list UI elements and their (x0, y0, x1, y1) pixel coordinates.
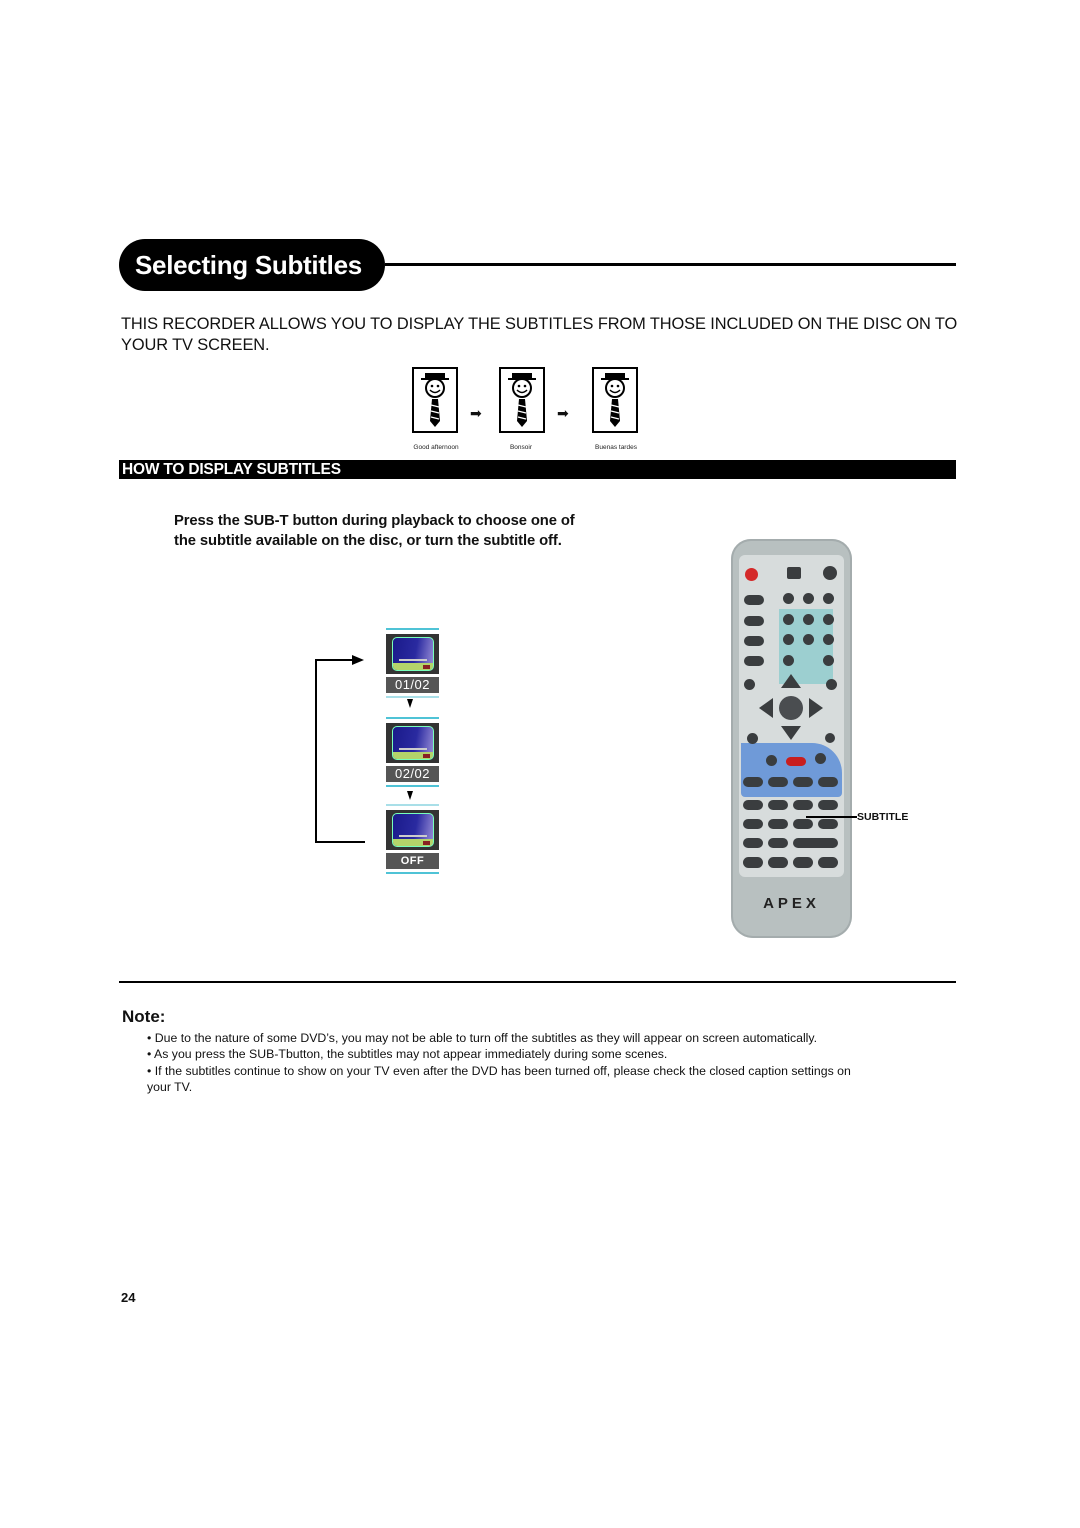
divider (386, 785, 439, 787)
osd-state-1: 01/02 (386, 628, 439, 698)
remote-button (818, 777, 838, 787)
osd-state-3: OFF (386, 804, 439, 874)
loop-line (315, 841, 365, 843)
divider (386, 628, 439, 630)
arrow-right-icon: ➡ (557, 405, 569, 421)
face-figure-2 (499, 367, 545, 433)
osd-label: 02/02 (386, 766, 439, 782)
remote-button (744, 636, 764, 646)
face-figure-3 (592, 367, 638, 433)
note-item: • Due to the nature of some DVD’s, you m… (147, 1031, 818, 1045)
nav-right-button (809, 698, 823, 718)
note-list: • Due to the nature of some DVD’s, you m… (147, 1030, 867, 1096)
remote-button-panel (739, 555, 844, 877)
arrow-right-icon (352, 655, 364, 665)
sub-t-button (793, 819, 813, 829)
number-button (783, 634, 794, 645)
remote-button (793, 777, 813, 787)
remote-button (768, 777, 788, 787)
osd-state-2: 02/02 (386, 717, 439, 787)
number-button (783, 593, 794, 604)
remote-button (818, 800, 838, 810)
number-button (803, 614, 814, 625)
remote-button (743, 857, 763, 868)
remote-button (818, 857, 838, 868)
divider (386, 717, 439, 719)
intro-text: THIS RECORDER ALLOWS YOU TO DISPLAY THE … (121, 315, 958, 354)
tv-screen-icon (386, 723, 439, 763)
remote-button (768, 819, 788, 829)
arrow-right-icon: ➡ (470, 405, 482, 421)
number-button (823, 614, 834, 625)
remote-button (744, 616, 764, 626)
number-button (803, 634, 814, 645)
face-caption: Buenas tardes (595, 444, 637, 451)
note-item: • If the subtitles continue to show on y… (147, 1063, 851, 1095)
number-button (823, 634, 834, 645)
remote-button (743, 800, 763, 810)
remote-button (743, 777, 763, 787)
brand-logo: APEX (763, 895, 820, 912)
select-button (779, 696, 803, 720)
remote-button (743, 819, 763, 829)
number-button (823, 655, 834, 666)
remote-button (744, 656, 764, 666)
note-heading: Note: (122, 1007, 166, 1026)
remote-button (747, 733, 758, 744)
smiley-face-icon (499, 367, 545, 433)
osd-label: OFF (386, 853, 439, 869)
tv-screen-icon (386, 634, 439, 674)
remote-button (744, 679, 755, 690)
remote-button (768, 857, 788, 868)
number-button (823, 593, 834, 604)
divider (119, 981, 956, 983)
number-button (783, 614, 794, 625)
remote-button (766, 755, 777, 766)
loop-line (315, 659, 317, 842)
section-heading: HOW TO DISPLAY SUBTITLES (119, 460, 956, 479)
face-figure-1 (412, 367, 458, 433)
remote-button (744, 595, 764, 605)
divider (386, 696, 439, 698)
face-caption: Good afternoon (413, 444, 459, 451)
nav-down-button (781, 726, 801, 740)
remote-button (768, 838, 788, 848)
remote-button (818, 819, 838, 829)
remote-button (793, 857, 813, 868)
remote-control-illustration: APEX (731, 539, 852, 938)
osd-label: 01/02 (386, 677, 439, 693)
open-close-button (787, 567, 801, 579)
play-button (825, 733, 835, 743)
smiley-face-icon (412, 367, 458, 433)
divider (386, 804, 439, 806)
tv-screen-icon (386, 810, 439, 850)
remote-button (793, 838, 838, 848)
subtitle-callout-label: SUBTITLE (857, 811, 909, 823)
display-button (823, 566, 837, 580)
number-button (783, 655, 794, 666)
remote-button (743, 838, 763, 848)
smiley-face-icon (592, 367, 638, 433)
remote-button (826, 679, 837, 690)
callout-line (806, 816, 857, 818)
nav-left-button (759, 698, 773, 718)
number-button (803, 593, 814, 604)
face-caption: Bonsoir (509, 444, 533, 451)
divider (386, 872, 439, 874)
record-button (786, 757, 806, 766)
page-title: Selecting Subtitles (119, 239, 385, 291)
page-number: 24 (121, 1290, 136, 1305)
arrow-down-icon (407, 791, 413, 800)
note-item: • As you press the SUB-Tbutton, the subt… (147, 1047, 668, 1062)
title-rule (385, 263, 956, 266)
instruction-text: Press the SUB-T button during playback t… (174, 513, 575, 549)
playback-zone (741, 743, 842, 797)
standby-button (745, 568, 758, 581)
remote-button (768, 800, 788, 810)
arrow-down-icon (407, 699, 413, 708)
remote-button (793, 800, 813, 810)
stop-button (815, 753, 826, 764)
